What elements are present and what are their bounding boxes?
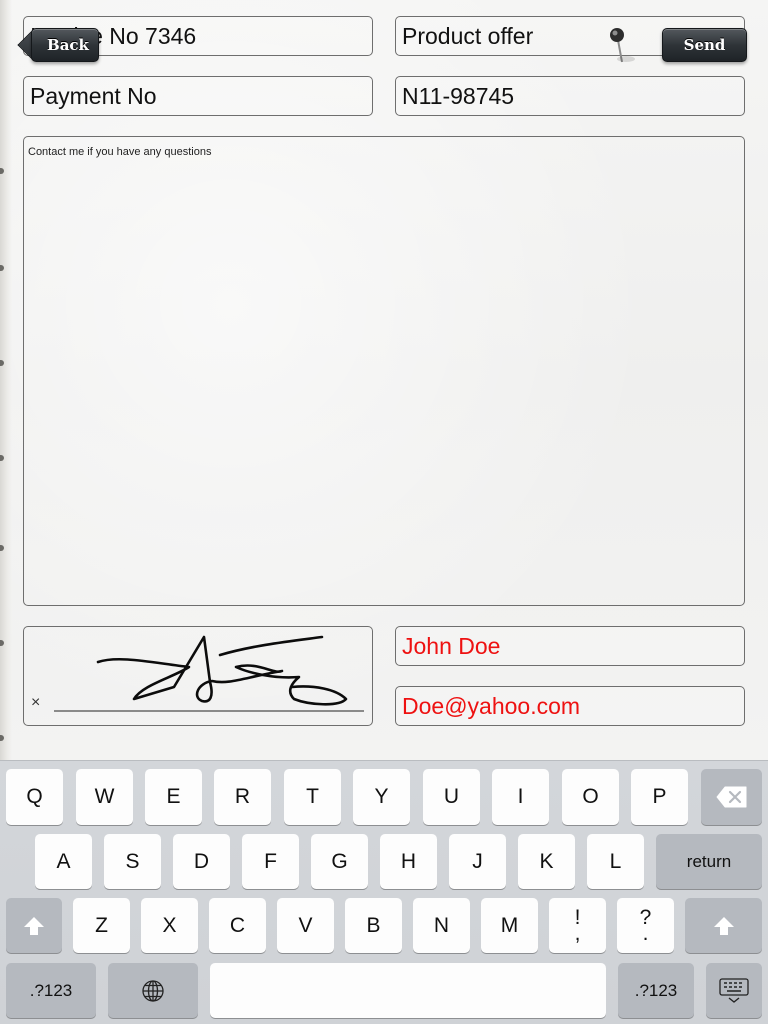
binder-hole: [0, 265, 4, 271]
numbers-key-left[interactable]: .?123: [6, 963, 96, 1018]
key-m[interactable]: M: [481, 898, 538, 953]
onscreen-keyboard: Q W E R T Y U I O P A S D F G H J K L re…: [0, 760, 768, 1024]
space-key[interactable]: [210, 963, 606, 1018]
key-exclaim-comma[interactable]: ! ,: [549, 898, 606, 953]
name-field[interactable]: John Doe: [395, 626, 745, 666]
key-w[interactable]: W: [76, 769, 133, 825]
key-e[interactable]: E: [145, 769, 202, 825]
backspace-icon: [716, 786, 746, 808]
key-h[interactable]: H: [380, 834, 437, 889]
binder-hole: [0, 455, 4, 461]
key-s[interactable]: S: [104, 834, 161, 889]
key-y[interactable]: Y: [353, 769, 410, 825]
return-key[interactable]: return: [656, 834, 762, 889]
email-field[interactable]: Doe@yahoo.com: [395, 686, 745, 726]
key-r[interactable]: R: [214, 769, 271, 825]
key-o[interactable]: O: [562, 769, 619, 825]
key-comma-label: ,: [574, 921, 581, 945]
notes-text: Contact me if you have any questions: [28, 146, 212, 158]
email-value: Doe@yahoo.com: [402, 692, 581, 719]
send-button[interactable]: Send: [662, 28, 747, 62]
key-i[interactable]: I: [492, 769, 549, 825]
subject-value: Product offer: [402, 22, 534, 49]
key-g[interactable]: G: [311, 834, 368, 889]
payment-number-field[interactable]: N11-98745: [395, 76, 745, 116]
binder-hole: [0, 360, 4, 366]
send-button-label: Send: [683, 36, 726, 54]
key-v[interactable]: V: [277, 898, 334, 953]
back-button-label: Back: [47, 36, 89, 54]
back-button[interactable]: Back: [31, 28, 99, 62]
globe-key[interactable]: [108, 963, 198, 1018]
name-value: John Doe: [402, 632, 501, 659]
key-x[interactable]: X: [141, 898, 198, 953]
payment-label-field[interactable]: Payment No: [23, 76, 373, 116]
key-f[interactable]: F: [242, 834, 299, 889]
shift-key-right[interactable]: [685, 898, 762, 953]
key-d[interactable]: D: [173, 834, 230, 889]
binder-hole: [0, 545, 4, 551]
key-a[interactable]: A: [35, 834, 92, 889]
numbers-key-right[interactable]: .?123: [618, 963, 694, 1018]
key-b[interactable]: B: [345, 898, 402, 953]
binder-hole: [0, 168, 4, 174]
key-z[interactable]: Z: [73, 898, 130, 953]
key-p[interactable]: P: [631, 769, 688, 825]
notes-textarea[interactable]: Contact me if you have any questions: [23, 136, 745, 606]
payment-label-value: Payment No: [30, 82, 157, 109]
shift-key-left[interactable]: [6, 898, 62, 953]
key-question-period[interactable]: ? .: [617, 898, 674, 953]
globe-icon: [142, 979, 164, 1002]
keyboard-hide-icon: [719, 977, 749, 1003]
key-k[interactable]: K: [518, 834, 575, 889]
key-q[interactable]: Q: [6, 769, 63, 825]
key-j[interactable]: J: [449, 834, 506, 889]
key-l[interactable]: L: [587, 834, 644, 889]
pushpin-icon: [610, 28, 635, 63]
payment-number-value: N11-98745: [402, 82, 515, 109]
key-n[interactable]: N: [413, 898, 470, 953]
signature-drawing: [54, 635, 364, 712]
paper-background: Invoice No 7346 Product offer Payment No…: [0, 0, 768, 760]
shift-icon: [24, 916, 44, 935]
key-c[interactable]: C: [209, 898, 266, 953]
signature-pad[interactable]: ×: [23, 626, 373, 726]
binder-hole: [0, 640, 4, 646]
binder-hole: [0, 735, 4, 741]
shift-icon: [713, 916, 734, 935]
key-period-label: .: [642, 921, 649, 945]
signature-x-mark: ×: [31, 694, 41, 711]
key-t[interactable]: T: [284, 769, 341, 825]
backspace-key[interactable]: [701, 769, 762, 825]
hide-keyboard-key[interactable]: [706, 963, 762, 1018]
key-u[interactable]: U: [423, 769, 480, 825]
